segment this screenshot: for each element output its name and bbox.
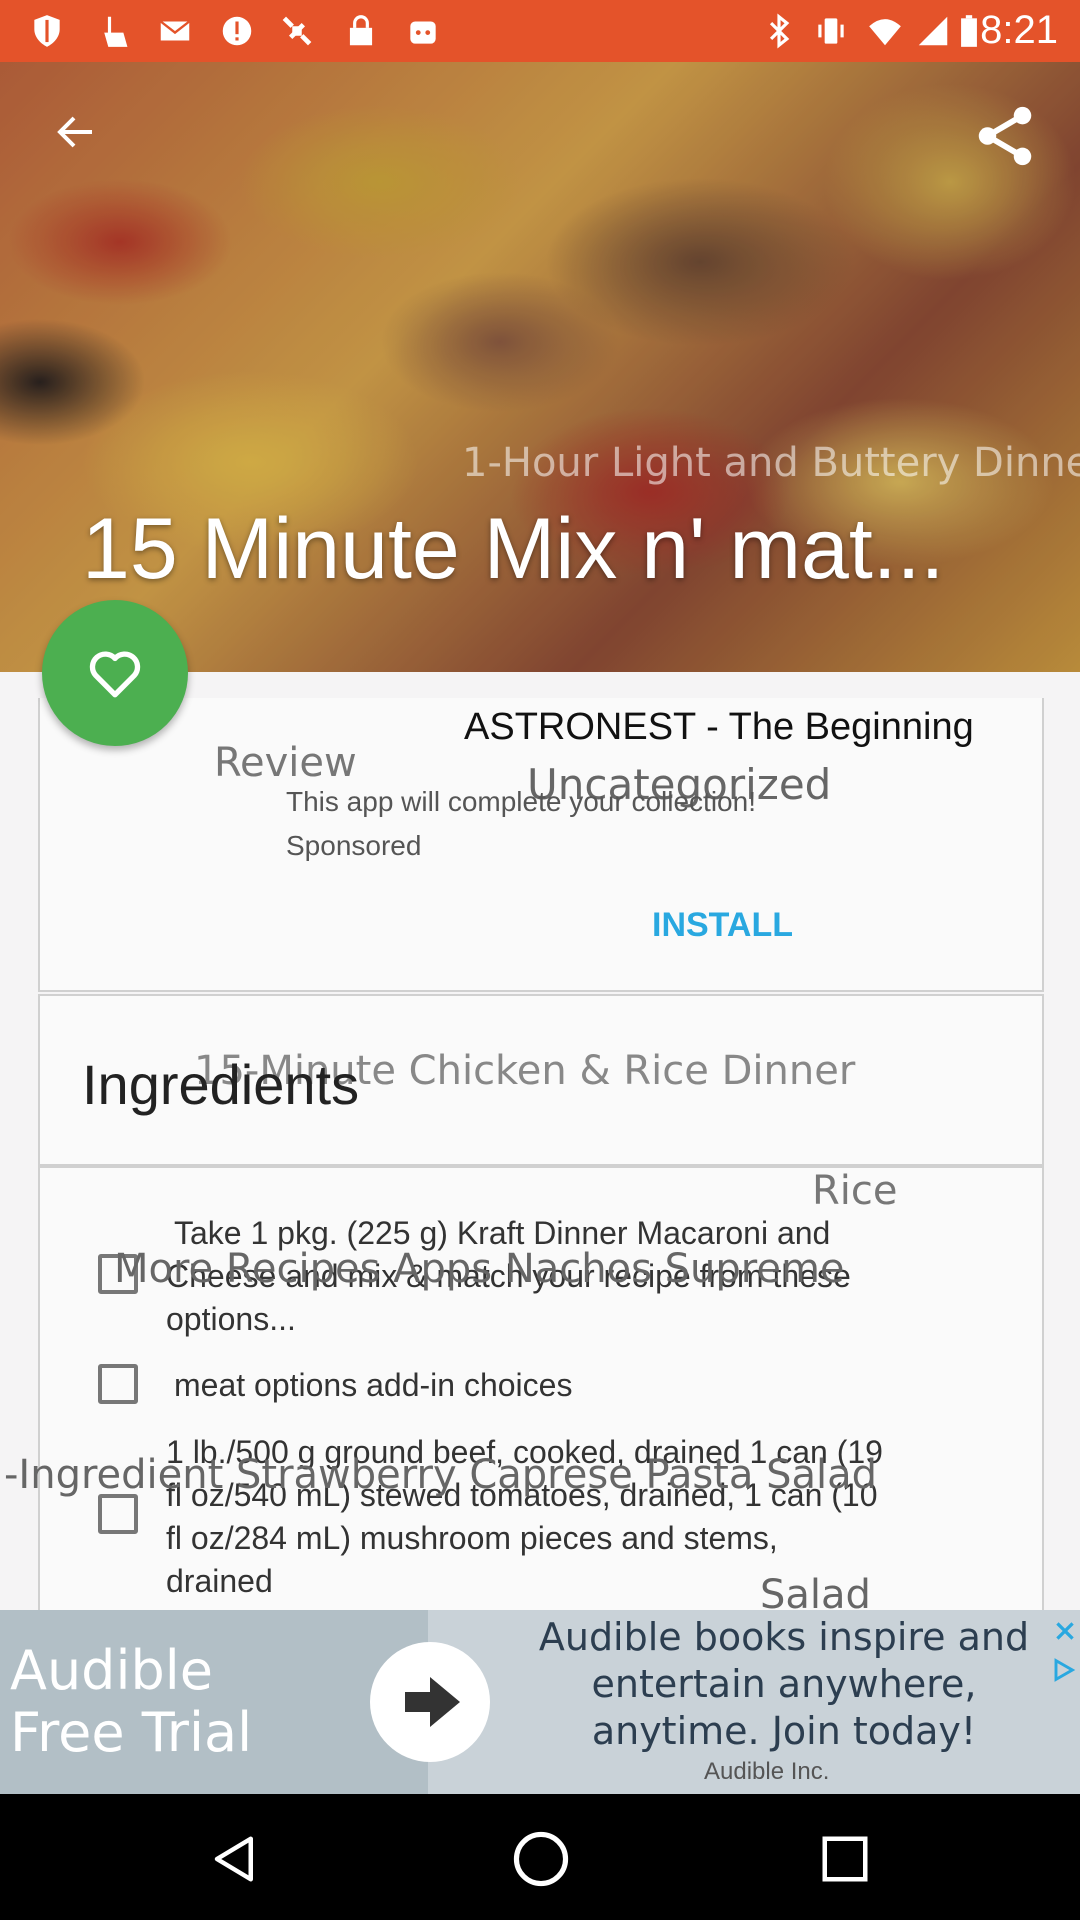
arrow-right-icon <box>405 1677 460 1727</box>
status-time: 8:21 <box>980 8 1058 52</box>
banner-arrow-button[interactable] <box>370 1642 490 1762</box>
mail-icon <box>160 20 190 41</box>
broom-icon <box>104 16 128 47</box>
satellite-icon <box>282 16 312 46</box>
ingredient-line: options... <box>166 1301 296 1337</box>
status-bar: 8:21 <box>0 0 1080 62</box>
heart-icon <box>89 651 141 698</box>
navigation-bar <box>0 1794 1080 1920</box>
lock-icon <box>349 15 373 46</box>
vibrate-icon <box>818 18 844 44</box>
overlapping-rice-label: Rice <box>812 1168 898 1214</box>
recipe-title: 15 Minute Mix n' mat... <box>82 501 945 597</box>
back-arrow-icon[interactable] <box>52 108 100 156</box>
back-nav-icon[interactable] <box>208 1832 262 1886</box>
ad-description: This app will complete your collection! <box>286 786 756 817</box>
ingredients-title: Ingredients <box>82 1053 360 1116</box>
shield-icon <box>34 15 60 47</box>
home-nav-icon[interactable] <box>510 1828 572 1890</box>
banner-brand: Audible Inc. <box>704 1758 830 1785</box>
ad-choices-icon[interactable] <box>1048 1656 1078 1684</box>
share-icon[interactable] <box>970 100 1040 172</box>
recents-nav-icon[interactable] <box>818 1832 872 1886</box>
ingredient-text: meat options add-in choices <box>174 1367 573 1403</box>
banner-text: Audible books inspire and entertain anyw… <box>538 1615 1030 1753</box>
favorite-button[interactable] <box>42 600 188 746</box>
ingredient-line: fl oz/284 mL) mushroom pieces and stems, <box>166 1520 778 1556</box>
bluetooth-icon <box>769 13 790 49</box>
overlapping-more-recipes: More Recipes Apps Nachos Supreme <box>114 1246 845 1292</box>
wifi-icon <box>869 19 901 46</box>
overlapping-recipe-title: -Ingredient Strawberry Caprese Pasta Sal… <box>4 1452 878 1498</box>
ingredient-checkbox[interactable] <box>98 1494 138 1534</box>
signal-icon <box>918 16 948 46</box>
sponsored-label: Sponsored <box>286 830 422 861</box>
banner-title: Audible Free Trial <box>10 1639 253 1764</box>
close-icon[interactable] <box>1052 1618 1078 1644</box>
banner-ad[interactable]: Audible Free Trial Audible books inspire… <box>0 1610 1080 1794</box>
robot-icon <box>410 21 436 44</box>
overlapping-recipe-title: 1-Hour Light and Buttery Dinner <box>462 440 1080 486</box>
ad-title[interactable]: ASTRONEST - The Beginning <box>464 706 974 749</box>
install-button[interactable]: INSTALL <box>652 906 793 945</box>
ingredient-checkbox[interactable] <box>98 1364 138 1404</box>
alert-icon <box>222 16 252 46</box>
review-label: Review <box>214 740 357 786</box>
